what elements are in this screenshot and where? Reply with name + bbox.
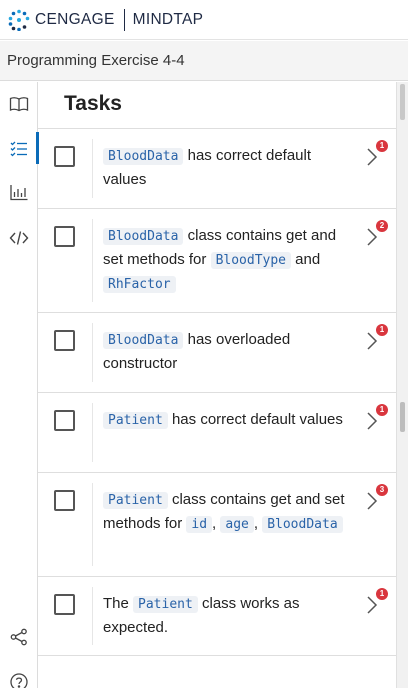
task-checkbox[interactable] xyxy=(54,330,75,351)
code-token: BloodData xyxy=(262,516,343,533)
task-divider xyxy=(92,219,93,302)
page-title: Programming Exercise 4-4 xyxy=(7,52,185,69)
task-text: has correct default values xyxy=(167,411,343,428)
rail-code-button[interactable] xyxy=(0,220,38,256)
bar-chart-icon xyxy=(10,185,28,201)
chevron-right-icon[interactable] xyxy=(366,331,378,351)
chevron-right-icon[interactable] xyxy=(366,227,378,247)
brand-name: CENGAGE xyxy=(35,10,115,28)
scrollbar-top-cap xyxy=(400,84,405,120)
task-divider xyxy=(92,403,93,462)
task-text: , xyxy=(253,515,263,532)
code-token: BloodType xyxy=(210,252,292,269)
task-description: BloodData class contains get and set met… xyxy=(103,224,348,296)
brand-separator xyxy=(123,8,125,31)
feedback-count-badge: 3 xyxy=(376,484,388,496)
tasks-scrollbar[interactable] xyxy=(396,82,408,688)
code-token: age xyxy=(220,516,254,533)
task-checkbox[interactable] xyxy=(54,146,75,167)
code-token: RhFactor xyxy=(103,276,176,293)
task-divider xyxy=(92,587,93,645)
task-divider xyxy=(92,139,93,198)
feedback-count-badge: 2 xyxy=(376,220,388,232)
cengage-logo-icon[interactable]: CENGAGE xyxy=(8,9,115,31)
chevron-right-icon[interactable] xyxy=(366,491,378,511)
task-description: BloodData has correct default values xyxy=(103,144,348,191)
tasks-heading: Tasks xyxy=(64,92,122,115)
task-row[interactable]: BloodData class contains get and set met… xyxy=(38,208,396,312)
help-icon xyxy=(10,673,28,688)
feedback-count-badge: 1 xyxy=(376,324,388,336)
task-divider xyxy=(92,483,93,566)
code-icon xyxy=(9,231,29,245)
task-checkbox[interactable] xyxy=(54,226,75,247)
code-token: id xyxy=(186,516,213,533)
top-bar: CENGAGE MINDTAP xyxy=(0,0,408,40)
code-token: Patient xyxy=(133,596,198,613)
code-token: Patient xyxy=(103,412,168,429)
chevron-right-icon[interactable] xyxy=(366,595,378,615)
feedback-count-badge: 1 xyxy=(376,140,388,152)
rail-help-button[interactable] xyxy=(0,664,38,688)
rail-progress-button[interactable] xyxy=(0,174,38,210)
task-description: Patient has correct default values xyxy=(103,408,348,432)
scrollbar-thumb[interactable] xyxy=(400,402,405,432)
task-description: Patient class contains get and set metho… xyxy=(103,488,348,536)
code-token: Patient xyxy=(103,492,168,509)
task-divider xyxy=(92,323,93,382)
feedback-count-badge: 1 xyxy=(376,404,388,416)
code-token: BloodData xyxy=(103,228,184,245)
product-name: MINDTAP xyxy=(132,10,204,28)
book-icon xyxy=(9,97,29,112)
activity-title-bar: Programming Exercise 4-4 xyxy=(0,41,408,81)
task-row[interactable]: BloodData has correct default values 1 xyxy=(38,128,396,208)
code-token: BloodData xyxy=(103,332,184,349)
task-description: BloodData has overloaded constructor xyxy=(103,328,348,375)
tasks-panel: Tasks BloodData has correct default valu… xyxy=(38,82,396,688)
task-text: and xyxy=(291,251,321,268)
cengage-logo-mark xyxy=(8,9,30,31)
share-icon xyxy=(10,628,27,646)
task-checkbox[interactable] xyxy=(54,594,75,615)
task-list: BloodData has correct default values 1 Blo… xyxy=(38,128,396,656)
chevron-right-icon[interactable] xyxy=(366,411,378,431)
task-row[interactable]: The Patient class works as expected. 1 xyxy=(38,576,396,656)
code-token: BloodData xyxy=(103,148,184,165)
task-checkbox[interactable] xyxy=(54,410,75,431)
task-description: The Patient class works as expected. xyxy=(103,592,348,639)
task-text: The xyxy=(103,595,134,612)
side-rail xyxy=(0,82,39,688)
task-list-icon xyxy=(10,141,27,157)
rail-share-button[interactable] xyxy=(0,619,38,655)
rail-tasks-button[interactable] xyxy=(0,130,39,166)
chevron-right-icon[interactable] xyxy=(366,147,378,167)
rail-book-button[interactable] xyxy=(0,86,38,122)
task-checkbox[interactable] xyxy=(54,490,75,511)
task-row[interactable]: Patient class contains get and set metho… xyxy=(38,472,396,576)
task-row[interactable]: Patient has correct default values 1 xyxy=(38,392,396,472)
feedback-count-badge: 1 xyxy=(376,588,388,600)
task-row[interactable]: BloodData has overloaded constructor 1 xyxy=(38,312,396,392)
